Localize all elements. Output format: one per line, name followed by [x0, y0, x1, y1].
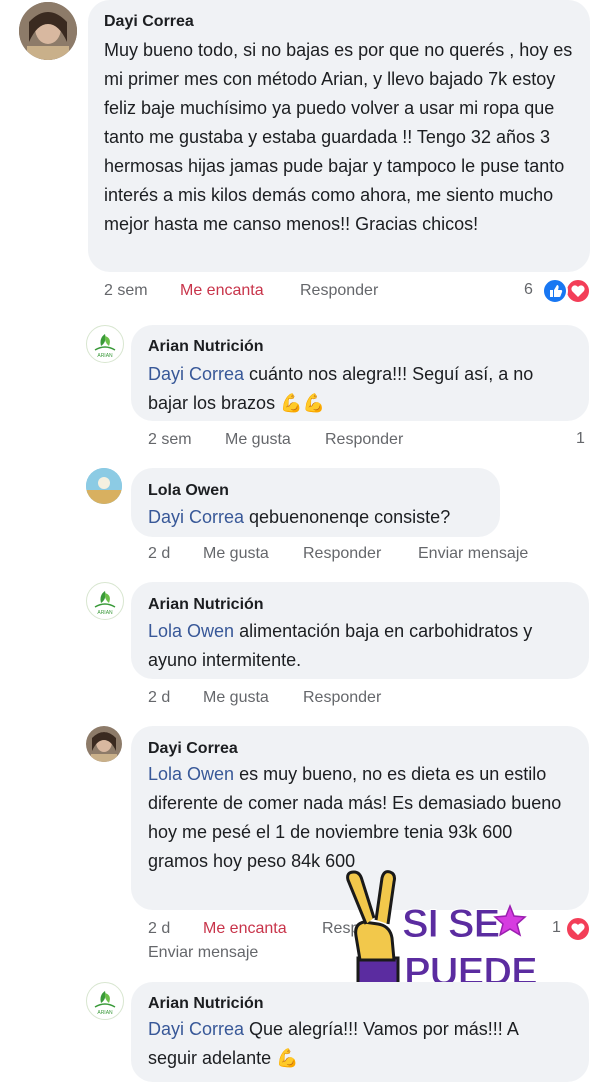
- like-button[interactable]: Me gusta: [203, 689, 269, 707]
- sticker-text-line1: SI SE: [401, 902, 500, 947]
- arian-logo-icon: ARIAN: [94, 591, 116, 616]
- profile-photo-icon: [86, 468, 122, 504]
- avatar-dayi[interactable]: [19, 2, 77, 60]
- reply-button[interactable]: Responder: [325, 431, 403, 449]
- svg-text:ARIAN: ARIAN: [97, 1010, 113, 1016]
- reply-text: Dayi Correa Que alegría!!! Vamos por más…: [148, 1019, 518, 1069]
- comment-time[interactable]: 2 sem: [148, 431, 192, 449]
- mention-link[interactable]: Dayi Correa: [148, 1019, 244, 1039]
- mention-link[interactable]: Dayi Correa: [148, 507, 244, 527]
- comment-author[interactable]: Dayi Correa: [104, 13, 194, 31]
- reply-button[interactable]: Responder: [303, 689, 381, 707]
- flexed-biceps-emoji: 💪: [276, 1048, 299, 1069]
- reply-author[interactable]: Dayi Correa: [148, 740, 238, 758]
- svg-text:ARIAN: ARIAN: [97, 353, 113, 359]
- reply-button[interactable]: Responder: [303, 545, 381, 563]
- reaction-button[interactable]: Me encanta: [203, 920, 287, 938]
- reply-author[interactable]: Lola Owen: [148, 482, 229, 500]
- reaction-button[interactable]: Me encanta: [180, 282, 264, 300]
- reaction-count[interactable]: 6: [524, 281, 533, 299]
- mention-link[interactable]: Dayi Correa: [148, 364, 244, 384]
- reaction-count[interactable]: 1: [552, 919, 561, 937]
- arian-logo-icon: ARIAN: [94, 334, 116, 359]
- like-button[interactable]: Me gusta: [203, 545, 269, 563]
- mention-link[interactable]: Lola Owen: [148, 621, 234, 641]
- reply-text: Dayi Correa qebuenonenqe consiste?: [148, 507, 451, 527]
- avatar-arian[interactable]: ARIAN: [86, 325, 124, 363]
- reply-text: Dayi Correa cuánto nos alegra!!! Seguí a…: [148, 364, 534, 414]
- avatar-arian[interactable]: ARIAN: [86, 582, 124, 620]
- svg-text:ARIAN: ARIAN: [97, 610, 113, 616]
- arian-logo-icon: ARIAN: [94, 991, 116, 1016]
- reply-author[interactable]: Arian Nutrición: [148, 338, 264, 356]
- avatar-dayi[interactable]: [86, 726, 122, 762]
- flexed-biceps-emoji: 💪💪: [280, 393, 325, 414]
- reply-text: Lola Owen es muy bueno, no es dieta es u…: [148, 764, 562, 871]
- comment-time[interactable]: 2 sem: [104, 282, 148, 300]
- reaction-count[interactable]: 1: [576, 430, 585, 448]
- love-reaction-icon: [565, 916, 591, 942]
- comment-time[interactable]: 2 d: [148, 920, 170, 938]
- mention-link[interactable]: Lola Owen: [148, 764, 234, 784]
- profile-photo-icon: [86, 726, 122, 762]
- profile-photo-icon: [19, 2, 77, 60]
- reply-button[interactable]: Responder: [300, 282, 378, 300]
- send-message-button[interactable]: Enviar mensaje: [148, 944, 258, 962]
- avatar-arian[interactable]: ARIAN: [86, 982, 124, 1020]
- like-button[interactable]: Me gusta: [225, 431, 291, 449]
- send-message-button[interactable]: Enviar mensaje: [418, 545, 528, 563]
- like-reaction-icon: [542, 278, 568, 304]
- avatar-lola[interactable]: [86, 468, 122, 504]
- reply-text: Lola Owen alimentación baja en carbohidr…: [148, 621, 533, 670]
- comment-time[interactable]: 2 d: [148, 545, 170, 563]
- reply-author[interactable]: Arian Nutrición: [148, 995, 264, 1013]
- comment-text: Muy bueno todo, si no bajas es por que n…: [104, 40, 573, 234]
- reply-author[interactable]: Arian Nutrición: [148, 596, 264, 614]
- comment-time[interactable]: 2 d: [148, 689, 170, 707]
- love-reaction-icon: [565, 278, 591, 304]
